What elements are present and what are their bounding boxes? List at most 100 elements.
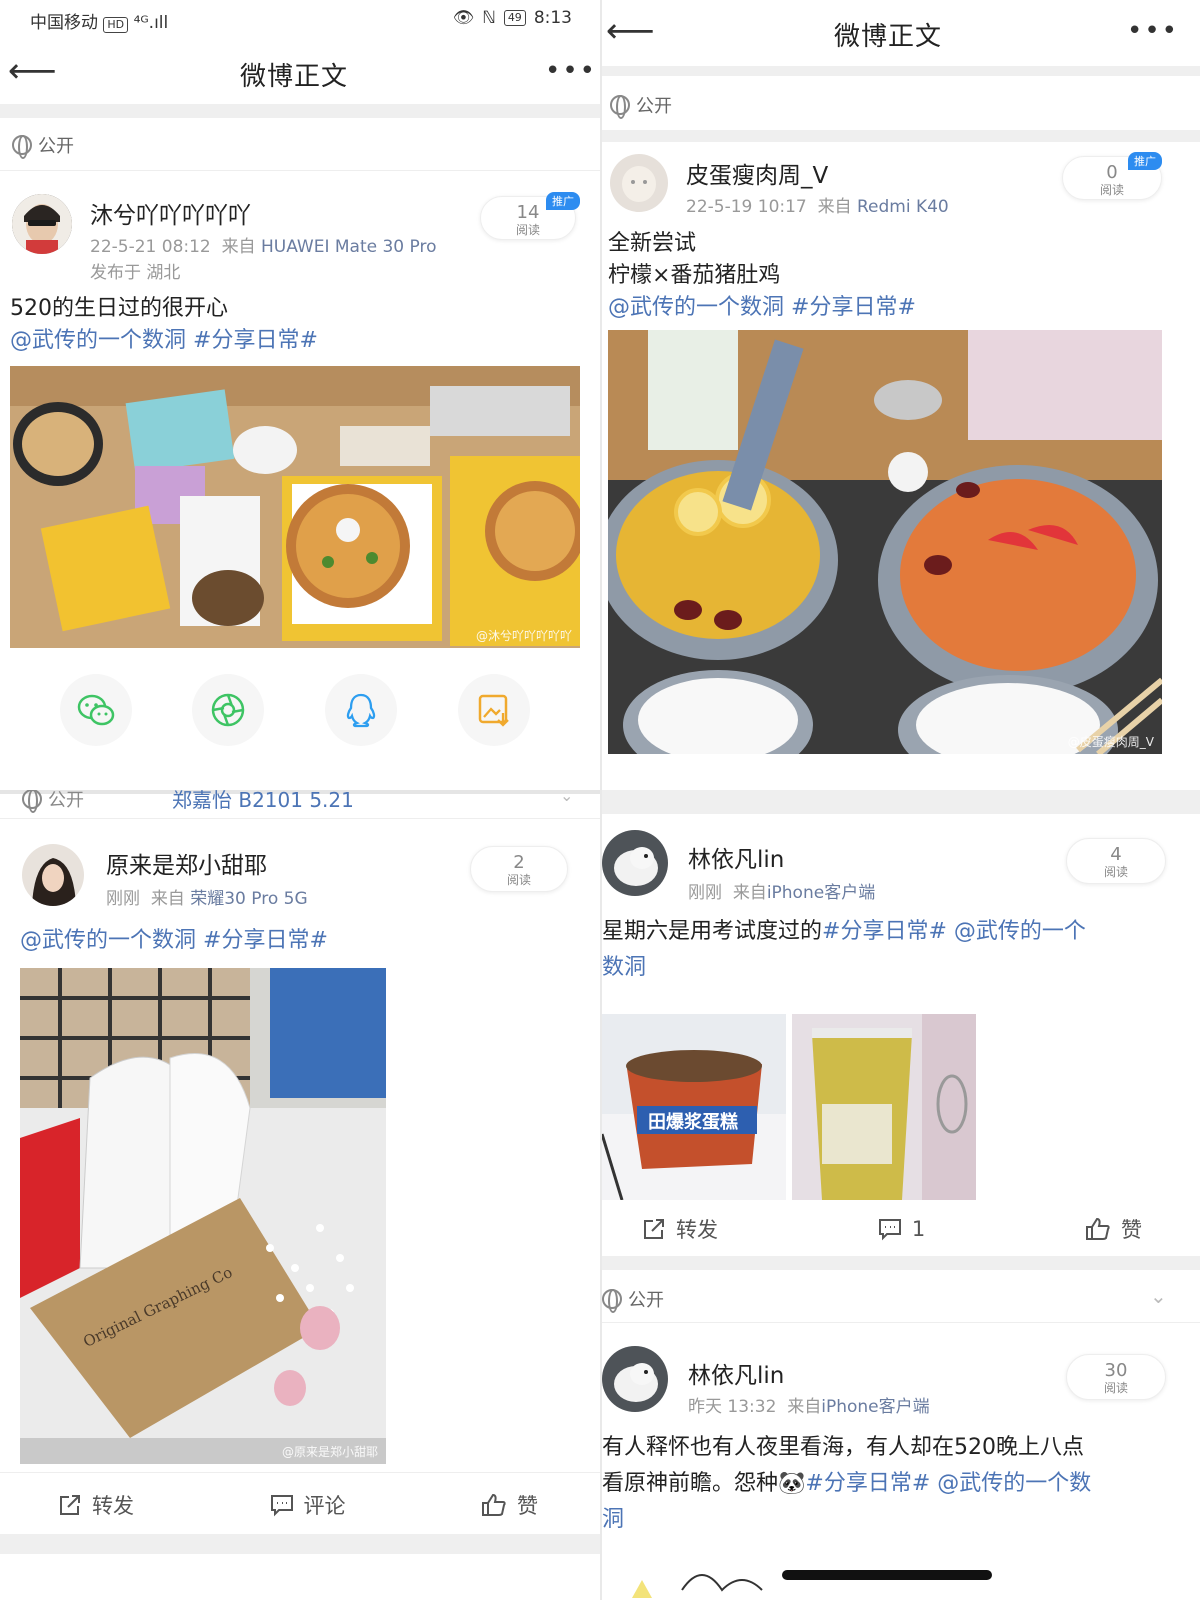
repost-button[interactable]: 转发 [642, 1214, 718, 1244]
repost-icon [644, 1219, 664, 1239]
topic-link[interactable]: #分享日常# [203, 928, 328, 953]
more-dots-icon[interactable]: ••• [545, 58, 597, 84]
hd-badge: HD [103, 17, 129, 33]
avatar[interactable] [602, 1346, 668, 1412]
share-qq-button[interactable] [325, 674, 397, 746]
image-watermark: @沐兮吖吖吖吖吖 [475, 629, 572, 643]
username[interactable]: 沐兮吖吖吖吖吖 [90, 196, 251, 230]
username[interactable]: 林依凡lin [688, 840, 784, 874]
eye-icon: 👁 [452, 8, 475, 28]
post-links: @武传的一个数洞 #分享日常# [20, 924, 328, 957]
promo-badge[interactable]: 推广 [546, 192, 580, 210]
avatar[interactable] [602, 830, 668, 896]
post-image-1[interactable]: 田爆浆蛋糕 [602, 1014, 786, 1200]
comment-icon [878, 1219, 901, 1241]
more-dots-icon[interactable]: ••• [1127, 18, 1179, 44]
page-title: 微博正文 [240, 62, 349, 92]
post-meta: 刚刚 来自 荣耀30 Pro 5G [106, 889, 308, 909]
post-image-partial[interactable] [622, 1560, 782, 1600]
moments-icon [211, 693, 245, 727]
globe-icon [602, 1289, 622, 1313]
promo-badge[interactable]: 推广 [1128, 152, 1162, 170]
divider [0, 1534, 600, 1554]
comment-button[interactable]: 1 [878, 1214, 925, 1244]
mention-link[interactable]: @武传的一个数洞 [20, 928, 196, 953]
thumbs-up-icon [1086, 1217, 1110, 1240]
topic-link[interactable]: #分享日常# [822, 919, 947, 944]
emoji-icon: 🐼 [778, 1471, 806, 1496]
visibility-row: 公开 [22, 790, 84, 813]
divider [0, 1472, 600, 1473]
back-arrow-icon[interactable]: ⟵ [606, 14, 655, 48]
divider [602, 130, 1200, 142]
username[interactable]: 林依凡lin [688, 1356, 784, 1390]
avatar[interactable] [12, 194, 72, 254]
post-text: 星期六是用考试度过的#分享日常# @武传的一个 数洞 [602, 919, 1086, 980]
chevron-down-icon[interactable]: ⌄ [560, 790, 573, 805]
back-arrow-icon[interactable]: ⟵ [8, 54, 57, 88]
divider [0, 170, 600, 171]
avatar[interactable] [22, 844, 84, 906]
divider [0, 818, 600, 819]
status-bar-right: 👁 ℕ 49 8:13 [453, 8, 572, 28]
share-wechat-button[interactable] [60, 674, 132, 746]
post-image[interactable]: @皮蛋瘦肉周_V [608, 330, 1162, 754]
comment-button[interactable]: 评论 [270, 1490, 346, 1520]
post-detail-screen-1: 中国移动 HD ⁴ᴳ.ıll 👁 ℕ 49 8:13 ⟵ 微博正文 ••• 公开… [0, 0, 600, 790]
image-watermark: @原来是郑小甜耶 [281, 1445, 378, 1459]
divider [602, 66, 1200, 76]
nfc-icon: ℕ [482, 8, 496, 28]
post-detail-screen-3: ⟵ 微博正文 ••• 公开 皮蛋瘦肉周_V 22-5-19 10:17 来自 R… [602, 0, 1200, 790]
post-text: 有人释怀也有人夜里看海，有人却在520晚上八点 看原神前瞻。怨种🐼#分享日常# … [602, 1435, 1092, 1532]
avatar[interactable] [610, 154, 668, 212]
topic-link[interactable]: #分享日常# [791, 295, 916, 320]
like-button[interactable]: 赞 [481, 1490, 538, 1520]
mention-link-cont[interactable]: 数洞 [602, 955, 646, 980]
post-meta: 22-5-19 10:17 来自 Redmi K40 [686, 197, 949, 217]
post-image[interactable]: Original Graphing Co @原来是郑小甜耶 [20, 968, 386, 1464]
visibility-row: 公开 [602, 1286, 664, 1313]
topic-link[interactable]: #分享日常# [193, 328, 318, 353]
topic-link[interactable]: #分享日常# [805, 1471, 930, 1496]
mention-link[interactable]: @武传的一个数洞 [10, 328, 186, 353]
home-indicator[interactable] [782, 1570, 992, 1580]
action-bar: 转发 1 赞 [642, 1214, 1142, 1244]
post-text-line: 柠檬×番茄猪肚鸡 [608, 263, 781, 288]
repost-icon [60, 1495, 80, 1515]
username[interactable]: 皮蛋瘦肉周_V [686, 156, 828, 190]
divider [602, 1256, 1200, 1270]
repost-button[interactable]: 转发 [58, 1490, 134, 1520]
share-moments-button[interactable] [192, 674, 264, 746]
chevron-down-icon[interactable]: ⌄ [1150, 1284, 1167, 1308]
post-image-2[interactable] [792, 1014, 976, 1200]
status-time: 8:13 [533, 8, 572, 28]
mention-link[interactable]: @武传的一个数 [937, 1471, 1091, 1496]
save-image-icon [478, 694, 509, 727]
read-count: 4 阅读 [1066, 838, 1166, 884]
globe-icon [610, 95, 630, 119]
mention-link-cont[interactable]: 洞 [602, 1507, 624, 1532]
device-name: 荣耀30 Pro 5G [190, 889, 308, 909]
username[interactable]: 原来是郑小甜耶 [106, 846, 267, 880]
save-image-button[interactable] [458, 674, 530, 746]
globe-icon [12, 135, 32, 159]
post-text: 520的生日过的很开心 [10, 296, 228, 321]
wechat-icon [77, 694, 115, 726]
post-text: 全新尝试 柠檬×番茄猪肚鸡 @武传的一个数洞 #分享日常# [608, 228, 916, 324]
post-image[interactable]: @沐兮吖吖吖吖吖 [10, 366, 580, 648]
device-name: HUAWEI Mate 30 Pro [260, 237, 437, 257]
page-title: 微博正文 [834, 22, 943, 52]
like-button[interactable]: 赞 [1085, 1214, 1142, 1244]
read-count: 2 阅读 [470, 846, 568, 892]
divider [602, 1322, 1200, 1323]
device-name: Redmi K40 [856, 197, 949, 217]
cup-label: 田爆浆蛋糕 [648, 1112, 738, 1133]
mention-link[interactable]: @武传的一个 [954, 919, 1086, 944]
post-detail-screen-4: 林依凡lin 刚刚 来自iPhone客户端 4 阅读 星期六是用考试度过的#分享… [602, 790, 1200, 1600]
post-meta: 昨天 13:32 来自iPhone客户端 [688, 1397, 930, 1417]
device-name: iPhone客户端 [766, 883, 876, 903]
signal-icon: ⁴ᴳ.ıll [133, 13, 169, 33]
post-meta: 22-5-21 08:12 来自 HUAWEI Mate 30 Pro [90, 237, 437, 257]
visibility-row: 公开 [610, 92, 672, 119]
mention-link[interactable]: @武传的一个数洞 [608, 295, 784, 320]
